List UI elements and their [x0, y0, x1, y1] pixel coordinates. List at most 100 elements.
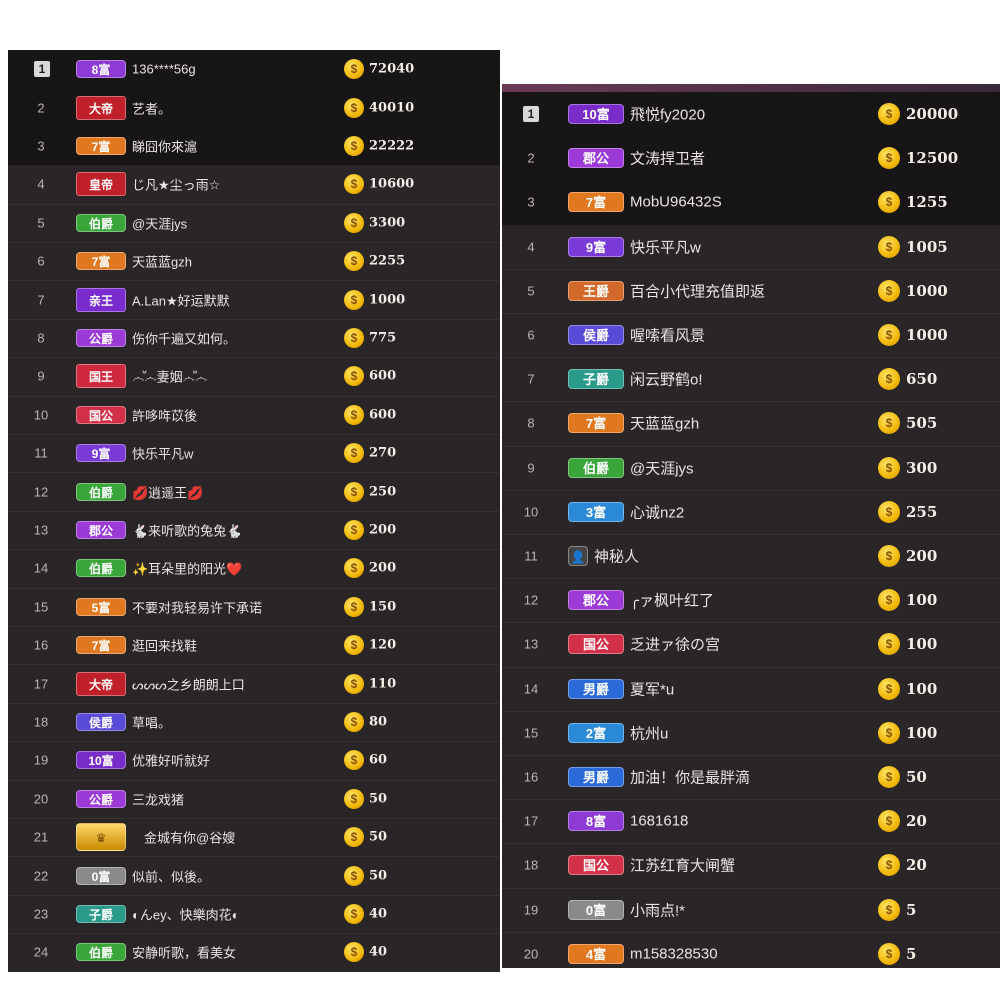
user-name[interactable]: 文涛捍卫者 [630, 148, 705, 169]
ranking-row[interactable]: 18 侯爵 草唱。 $80 [8, 703, 500, 743]
score-value: 100 [906, 679, 938, 698]
coin-icon: $ [344, 635, 364, 656]
user-name[interactable]: 許哆哖苡後 [132, 405, 197, 424]
rank-number: 9 [37, 368, 45, 384]
user-name[interactable]: 杭州u [630, 722, 668, 743]
user-name[interactable]: 小雨点!* [630, 899, 685, 920]
user-name[interactable]: 草唱。 [132, 712, 171, 731]
user-name[interactable]: 闲云野鹤o! [630, 369, 703, 390]
user-name[interactable]: 🐇来听歌的兔兔🐇 [132, 520, 242, 539]
user-name[interactable]: 💋逍遥王💋 [132, 482, 203, 501]
user-name[interactable]: ◐んey、快樂肉花◐ [132, 904, 239, 923]
ranking-row[interactable]: 13 国公 乏进ァ徐の宫 $100 [502, 622, 1000, 668]
rank-number: 16 [33, 637, 49, 653]
ranking-row[interactable]: 1 10富 飛悦fy2020 $20000 [502, 92, 1000, 138]
user-name[interactable]: 神秘人 [594, 546, 639, 567]
user-name[interactable]: 金城有你@谷嫂 [144, 828, 235, 847]
level-badge: 8富 [76, 60, 126, 79]
ranking-row[interactable]: 23 子爵 ◐んey、快樂肉花◐ $40 [8, 895, 500, 935]
user-name[interactable]: 安静听歌，看美女 [132, 943, 236, 962]
ranking-row[interactable]: 4 9富 快乐平凡w $1005 [502, 225, 1000, 270]
rank-number: 18 [523, 857, 539, 873]
ranking-row[interactable]: 17 大帝 ᔕᔕᔕ之乡朗朗上口 $110 [8, 664, 500, 704]
user-name[interactable]: 心诚nz2 [630, 501, 684, 522]
user-name[interactable]: MobU96432S [630, 194, 722, 211]
ranking-row[interactable]: 9 伯爵 @天涯jys $300 [502, 446, 1000, 491]
ranking-row[interactable]: 11 9富 快乐平凡w $270 [8, 434, 500, 474]
user-name[interactable]: 快乐平凡w [630, 236, 701, 257]
ranking-row[interactable]: 7 子爵 闲云野鹤o! $650 [502, 357, 1000, 403]
ranking-row[interactable]: 14 伯爵 ✨耳朵里的阳光❤️ $200 [8, 549, 500, 589]
coin-icon: $ [878, 766, 900, 789]
ranking-row[interactable]: 13 郡公 🐇来听歌的兔兔🐇 $200 [8, 511, 500, 551]
ranking-row[interactable]: 20 公爵 三龙戏猪 $50 [8, 780, 500, 819]
user-name[interactable]: ᔕᔕᔕ之乡朗朗上口 [132, 674, 245, 693]
user-name[interactable]: 睇囧你來滬 [132, 136, 197, 155]
user-name[interactable]: 江苏红育大闸蟹 [630, 855, 735, 876]
ranking-row[interactable]: 17 8富 1681618 $20 [502, 799, 1000, 845]
user-name[interactable]: 乏进ァ徐の宫 [630, 634, 720, 655]
user-name[interactable]: 百合小代理充值即返 [630, 280, 765, 301]
ranking-row[interactable]: 4 皇帝 じ凡★尘っ雨☆ $10600 [8, 165, 500, 205]
rank-number: 11 [524, 548, 538, 564]
user-name[interactable]: 三龙戏猪 [132, 789, 184, 808]
ranking-row[interactable]: 22 0富 似前、似後。 $50 [8, 856, 500, 896]
ranking-row[interactable]: 19 0富 小雨点!* $5 [502, 888, 1000, 933]
coin-icon: $ [344, 174, 364, 195]
user-name[interactable]: m158328530 [630, 945, 718, 962]
ranking-row[interactable]: 21 ♛ 金城有你@谷嫂 $50 [8, 818, 500, 858]
user-name[interactable]: 1681618 [630, 813, 688, 830]
user-name[interactable]: 优雅好听就好 [132, 751, 210, 770]
rank-number: 8 [527, 415, 535, 431]
user-name[interactable]: 加油！你是最胖滴 [630, 767, 750, 788]
user-name[interactable]: ෴ⷨ෴妻姻෴ⷨ෴ [132, 367, 207, 386]
ranking-row[interactable]: 14 男爵 夏军*u $100 [502, 667, 1000, 712]
ranking-row[interactable]: 16 7富 逛回来找鞋 $120 [8, 626, 500, 666]
ranking-row[interactable]: 2 郡公 文涛捍卫者 $12500 [502, 136, 1000, 182]
ranking-row[interactable]: 15 2富 杭州u $100 [502, 711, 1000, 756]
user-name[interactable]: ╭ァ枫叶红了 [630, 590, 714, 611]
user-name[interactable]: 伤你千遍又如何。 [132, 328, 236, 347]
user-name[interactable]: 艺者。 [132, 98, 171, 117]
ranking-row[interactable]: 19 10富 优雅好听就好 $60 [8, 741, 500, 781]
ranking-row[interactable]: 2 大帝 艺者。 $40010 [8, 88, 500, 128]
user-name[interactable]: @天涯jys [630, 457, 694, 478]
user-name[interactable]: 似前、似後。 [132, 866, 210, 885]
ranking-row[interactable]: 24 伯爵 安静听歌，看美女 $40 [8, 933, 500, 972]
ranking-row[interactable]: 6 7富 天蓝蓝gzh $2255 [8, 242, 500, 282]
ranking-row[interactable]: 8 7富 天蓝蓝gzh $505 [502, 401, 1000, 447]
ranking-row[interactable]: 12 伯爵 💋逍遥王💋 $250 [8, 472, 500, 512]
user-name[interactable]: じ凡★尘っ雨☆ [132, 175, 220, 194]
ranking-row[interactable]: 12 郡公 ╭ァ枫叶红了 $100 [502, 578, 1000, 624]
ranking-row[interactable]: 9 国王 ෴ⷨ෴妻姻෴ⷨ෴ $600 [8, 357, 500, 397]
user-name[interactable]: @天涯jys [132, 213, 187, 232]
ranking-row[interactable]: 5 王爵 百合小代理充值即返 $1000 [502, 269, 1000, 314]
ranking-row[interactable]: 3 7富 睇囧你來滬 $22222 [8, 126, 500, 167]
user-name[interactable]: 136****56g [132, 62, 196, 77]
user-name[interactable]: 夏军*u [630, 678, 674, 699]
ranking-row[interactable]: 16 男爵 加油！你是最胖滴 $50 [502, 755, 1000, 801]
ranking-row[interactable]: 20 4富 m158328530 $5 [502, 932, 1000, 968]
ranking-row[interactable]: 5 伯爵 @天涯jys $3300 [8, 204, 500, 243]
ranking-row[interactable]: 1 8富 136****56g $72040 [8, 50, 500, 90]
level-badge: 侯爵 [568, 325, 624, 346]
user-name[interactable]: A.Lan★好运默默 [132, 290, 230, 309]
user-name[interactable]: 喔嗦看风景 [630, 325, 705, 346]
ranking-row[interactable]: 6 侯爵 喔嗦看风景 $1000 [502, 313, 1000, 359]
ranking-row[interactable]: 15 5富 不要对我轻易许下承诺 $150 [8, 588, 500, 627]
user-name[interactable]: 不要对我轻易许下承诺 [132, 597, 262, 616]
ranking-row[interactable]: 3 7富 MobU96432S $1255 [502, 180, 1000, 226]
user-name[interactable]: 快乐平凡w [132, 444, 193, 463]
ranking-row[interactable]: 10 3富 心诚nz2 $255 [502, 490, 1000, 535]
user-name[interactable]: 天蓝蓝gzh [132, 252, 192, 271]
rank-number: 14 [33, 560, 49, 576]
user-name[interactable]: 天蓝蓝gzh [630, 413, 699, 434]
ranking-row[interactable]: 11 👤 神秘人 $200 [502, 534, 1000, 580]
user-name[interactable]: 飛悦fy2020 [630, 104, 705, 125]
user-name[interactable]: ✨耳朵里的阳光❤️ [132, 559, 242, 578]
ranking-row[interactable]: 10 国公 許哆哖苡後 $600 [8, 396, 500, 435]
ranking-row[interactable]: 18 国公 江苏红育大闸蟹 $20 [502, 843, 1000, 889]
ranking-row[interactable]: 7 亲王 A.Lan★好运默默 $1000 [8, 280, 500, 320]
ranking-row[interactable]: 8 公爵 伤你千遍又如何。 $775 [8, 319, 500, 359]
user-name[interactable]: 逛回来找鞋 [132, 636, 197, 655]
